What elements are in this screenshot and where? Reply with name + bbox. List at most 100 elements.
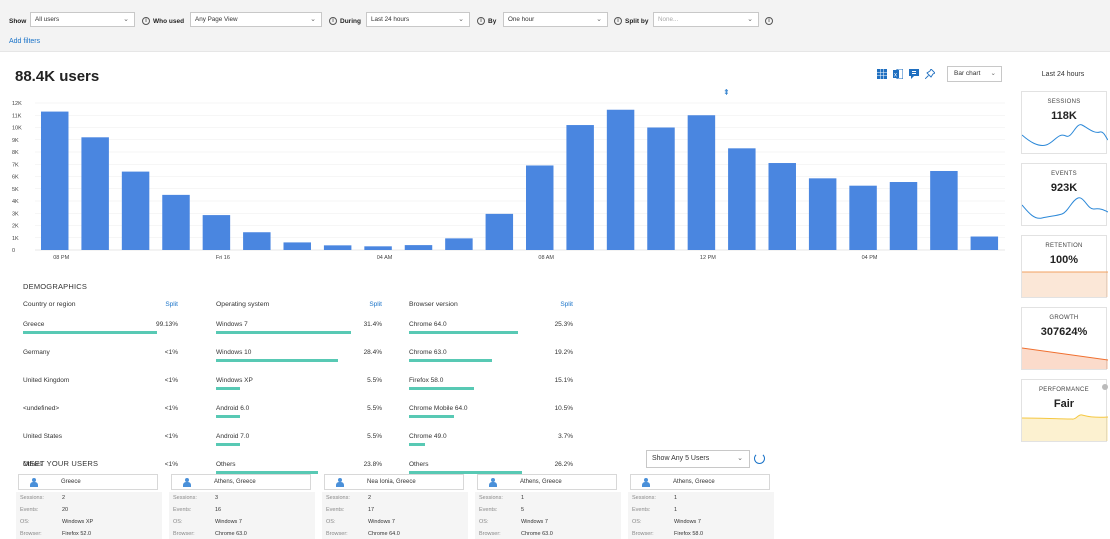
- info-icon[interactable]: i: [329, 17, 337, 25]
- chart-type-select[interactable]: Bar chart ⌄: [947, 66, 1002, 82]
- split-link[interactable]: Split: [165, 301, 178, 308]
- pin-icon[interactable]: [925, 69, 935, 79]
- demographics-row[interactable]: United Kingdom <1%: [23, 377, 178, 397]
- chart-bar[interactable]: [606, 109, 635, 250]
- chart-bar[interactable]: [768, 163, 796, 250]
- demographics-row[interactable]: Germany <1%: [23, 349, 178, 369]
- demographics-row[interactable]: Chrome 64.0 25.3%: [409, 321, 573, 341]
- grid-icon[interactable]: [877, 69, 887, 79]
- split-link[interactable]: Split: [560, 301, 573, 308]
- chart-bar[interactable]: [202, 215, 231, 250]
- field-value: Chrome 63.0: [215, 531, 247, 537]
- demographics-row[interactable]: Chrome 63.0 19.2%: [409, 349, 573, 369]
- user-field-os: OS: Windows 7: [169, 519, 315, 529]
- chevron-down-icon: ⌄: [596, 16, 602, 23]
- period-label: Last 24 hours: [1041, 71, 1085, 78]
- info-icon[interactable]: i: [765, 17, 773, 25]
- user-card[interactable]: Athens, Greece Sessions: 1 Events: 5 OS: Windo…: [475, 474, 621, 539]
- who-used-select[interactable]: Any Page View ⌄: [190, 12, 322, 27]
- user-card-header[interactable]: Athens, Greece: [171, 474, 311, 490]
- metric-card-sessions[interactable]: SESSIONS 118K: [1021, 91, 1108, 154]
- chevron-down-icon: ⌄: [310, 16, 316, 23]
- info-icon[interactable]: i: [614, 17, 622, 25]
- demographics-row[interactable]: Firefox 58.0 15.1%: [409, 377, 573, 397]
- row-label: Android 6.0: [216, 405, 250, 412]
- add-filters-link[interactable]: Add filters: [9, 38, 40, 45]
- user-field-sessions: Sessions: 2: [16, 495, 162, 505]
- user-field-os: OS: Windows XP: [16, 519, 162, 529]
- chart-bar[interactable]: [889, 182, 918, 250]
- excel-icon[interactable]: x: [893, 69, 903, 79]
- demographics-row[interactable]: Greece 99.13%: [23, 321, 178, 341]
- demographics-row[interactable]: Windows XP 5.5%: [216, 377, 382, 397]
- chart-bar[interactable]: [162, 194, 190, 250]
- y-tick-label: 11K: [12, 113, 22, 119]
- chart-bar[interactable]: [81, 137, 109, 250]
- chart-bar[interactable]: [445, 238, 473, 250]
- show-select[interactable]: All users ⌄: [30, 12, 135, 27]
- metric-card-retention[interactable]: RETENTION 100%: [1021, 235, 1108, 298]
- refresh-icon[interactable]: [754, 453, 765, 464]
- y-tick-label: 3K: [12, 211, 19, 217]
- chevron-down-icon: ⌄: [458, 16, 464, 23]
- row-bar: [216, 443, 240, 446]
- chart-bar[interactable]: [728, 148, 756, 250]
- metric-card-growth[interactable]: GROWTH 307624%: [1021, 307, 1108, 370]
- avatar-body: [642, 482, 650, 487]
- chart-bar[interactable]: [808, 178, 837, 250]
- demographics-row[interactable]: Android 6.0 5.5%: [216, 405, 382, 425]
- info-icon[interactable]: i: [477, 17, 485, 25]
- metric-sparkline: [1022, 197, 1108, 219]
- chart-bar[interactable]: [121, 171, 150, 250]
- row-bar: [216, 387, 240, 390]
- field-label: Browser:: [20, 531, 42, 537]
- chart-bar[interactable]: [283, 242, 311, 250]
- demographics-row[interactable]: United States <1%: [23, 433, 178, 453]
- split-by-select[interactable]: None... ⌄: [653, 12, 759, 27]
- metric-card-performance[interactable]: PERFORMANCE Fair: [1021, 379, 1108, 442]
- chart-bar[interactable]: [323, 245, 352, 250]
- user-card[interactable]: Athens, Greece Sessions: 3 Events: 16 OS: Wind…: [169, 474, 315, 539]
- user-card-header[interactable]: Athens, Greece: [477, 474, 617, 490]
- user-location: Greece: [61, 479, 81, 485]
- x-tick-label: Fri 16: [216, 255, 230, 261]
- chart-bar[interactable]: [647, 127, 675, 251]
- field-value: Firefox 52.0: [62, 531, 92, 537]
- chart-bar[interactable]: [364, 246, 392, 250]
- user-card-header[interactable]: Athens, Greece: [630, 474, 770, 490]
- demographics-row[interactable]: Windows 10 28.4%: [216, 349, 382, 369]
- row-percent: <1%: [164, 461, 178, 468]
- user-card-header[interactable]: Nea Ionia, Greece: [324, 474, 464, 490]
- feedback-icon[interactable]: [909, 69, 919, 79]
- chart-bar[interactable]: [566, 125, 594, 250]
- chart-bar[interactable]: [970, 236, 999, 250]
- info-icon[interactable]: i: [142, 17, 150, 25]
- user-card[interactable]: Nea Ionia, Greece Sessions: 2 Events: 17 OS: W…: [322, 474, 468, 539]
- chart-bar[interactable]: [404, 245, 433, 250]
- row-label: United Kingdom: [23, 377, 70, 384]
- user-card[interactable]: Greece Sessions: 2 Events: 20 OS: Windows XP Br…: [16, 474, 162, 539]
- chart-bar[interactable]: [526, 165, 554, 250]
- metric-card-events[interactable]: EVENTS 923K: [1021, 163, 1108, 226]
- demographics-row[interactable]: Chrome 49.0 3.7%: [409, 433, 573, 453]
- demographics-row[interactable]: Windows 7 31.4%: [216, 321, 382, 341]
- svg-text:x: x: [894, 73, 897, 79]
- chart-bar[interactable]: [243, 232, 271, 250]
- performance-info-icon[interactable]: [1102, 384, 1108, 390]
- split-link[interactable]: Split: [369, 301, 382, 308]
- by-select[interactable]: One hour ⌄: [503, 12, 608, 27]
- during-select[interactable]: Last 24 hours ⌄: [366, 12, 470, 27]
- user-card[interactable]: Athens, Greece Sessions: 1 Events: 1 OS: Windo…: [628, 474, 774, 539]
- demographics-row[interactable]: Android 7.0 5.5%: [216, 433, 382, 453]
- chart-bar[interactable]: [687, 115, 716, 250]
- show-users-select[interactable]: Show Any 5 Users ⌄: [646, 450, 750, 468]
- user-card-header[interactable]: Greece: [18, 474, 158, 490]
- field-label: Browser:: [632, 531, 654, 537]
- chart-bar[interactable]: [849, 185, 877, 250]
- demographics-row[interactable]: <undefined> <1%: [23, 405, 178, 425]
- demographics-row[interactable]: Chrome Mobile 64.0 10.5%: [409, 405, 573, 425]
- field-label: Events:: [632, 507, 651, 513]
- chart-bar[interactable]: [485, 213, 514, 250]
- chart-bar[interactable]: [930, 170, 958, 250]
- chart-bar[interactable]: [41, 111, 69, 250]
